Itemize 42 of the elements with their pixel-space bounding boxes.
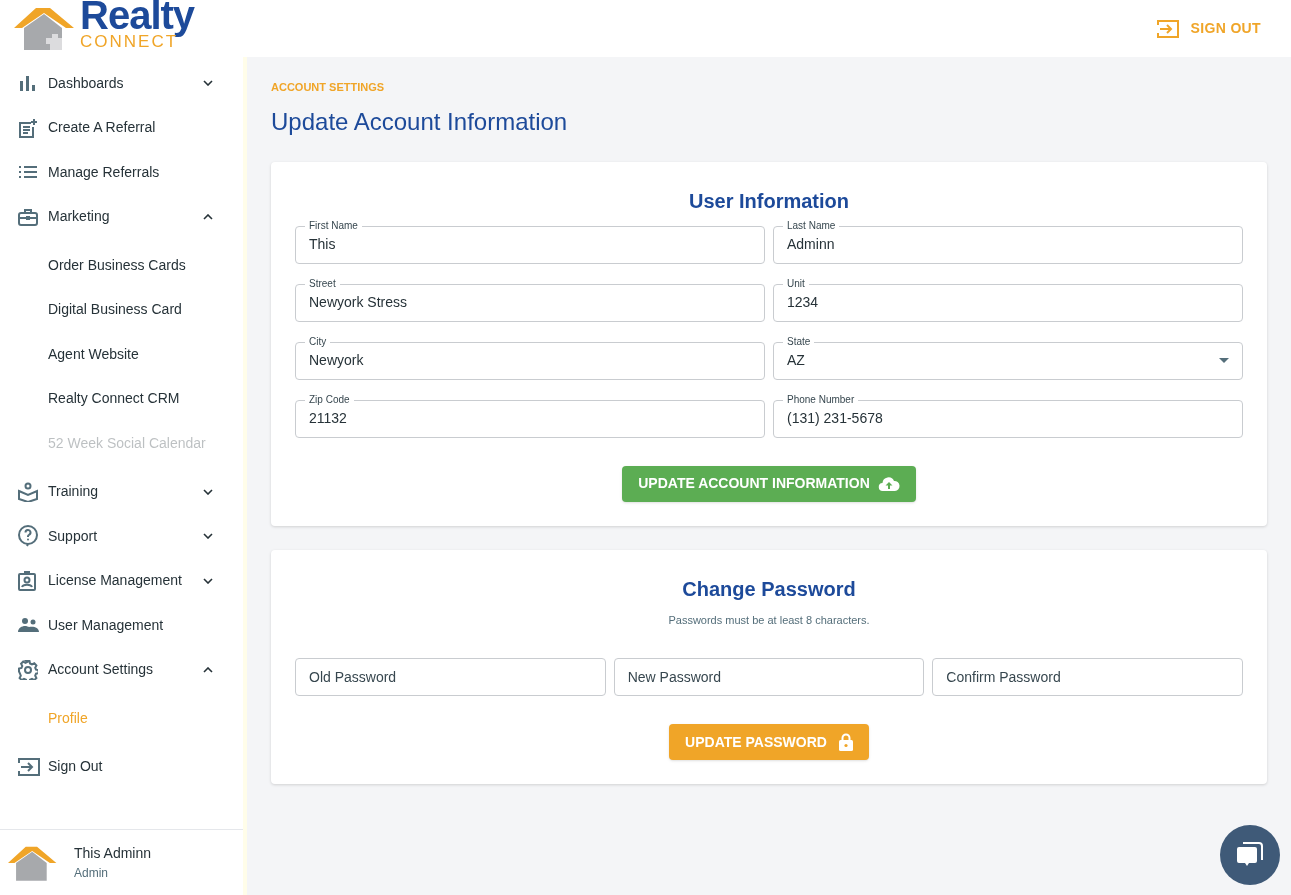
- sidebar-item[interactable]: Dashboards: [0, 61, 243, 106]
- question-bubble-icon: [18, 525, 38, 548]
- sidebar-item[interactable]: Marketing: [0, 194, 243, 239]
- submenu-item[interactable]: Realty Connect CRM: [0, 376, 243, 421]
- gear-icon: [18, 659, 38, 680]
- lock-icon: [838, 733, 853, 751]
- sign-out-icon: [1156, 19, 1179, 38]
- bar-chart-icon: [18, 74, 36, 93]
- sidebar-item[interactable]: Support: [0, 514, 243, 559]
- sidebar-item[interactable]: Manage Referrals: [0, 150, 243, 195]
- user-role: Admin: [74, 865, 109, 882]
- cloud-upload-icon: [877, 475, 900, 492]
- house-logo-icon: [14, 5, 76, 50]
- password-field[interactable]: New Password: [613, 658, 925, 696]
- user-name: This Adminn: [74, 844, 152, 863]
- submenu-item[interactable]: Order Business Cards: [0, 243, 243, 288]
- breadcrumb: ACCOUNT SETTINGS: [271, 80, 386, 95]
- list-icon: [18, 164, 38, 181]
- section-title: User Information: [688, 188, 850, 214]
- briefcase-icon: [18, 207, 38, 226]
- submenu-item[interactable]: Digital Business Card: [0, 287, 243, 332]
- sign-out-icon: [18, 757, 40, 776]
- password-field[interactable]: Confirm Password: [932, 658, 1243, 696]
- password-field[interactable]: Old Password: [295, 658, 606, 696]
- submenu-item[interactable]: Agent Website: [0, 332, 243, 377]
- sidebar-item[interactable]: License Management: [0, 558, 243, 603]
- chat-button[interactable]: [1220, 825, 1280, 885]
- sidebar-item[interactable]: User Management: [0, 603, 243, 648]
- sidebar-item[interactable]: Sign Out: [0, 744, 243, 789]
- page-title: Update Account Information: [271, 106, 569, 137]
- field-label: Zip Code: [305, 392, 354, 407]
- sidebar-item[interactable]: Account Settings: [0, 647, 243, 692]
- document-plus-icon: [18, 117, 38, 138]
- sidebar-item[interactable]: Create A Referral: [0, 105, 243, 150]
- sidebar-item[interactable]: Training: [0, 469, 243, 514]
- open-book-icon: [18, 481, 38, 502]
- section-title: Change Password: [681, 576, 857, 602]
- dropdown-arrow-icon: [1219, 358, 1229, 363]
- field-label: City: [305, 334, 331, 349]
- id-badge-icon: [18, 570, 36, 591]
- people-icon: [18, 617, 40, 634]
- password-hint: Passwords must be at least 8 characters.: [667, 612, 871, 628]
